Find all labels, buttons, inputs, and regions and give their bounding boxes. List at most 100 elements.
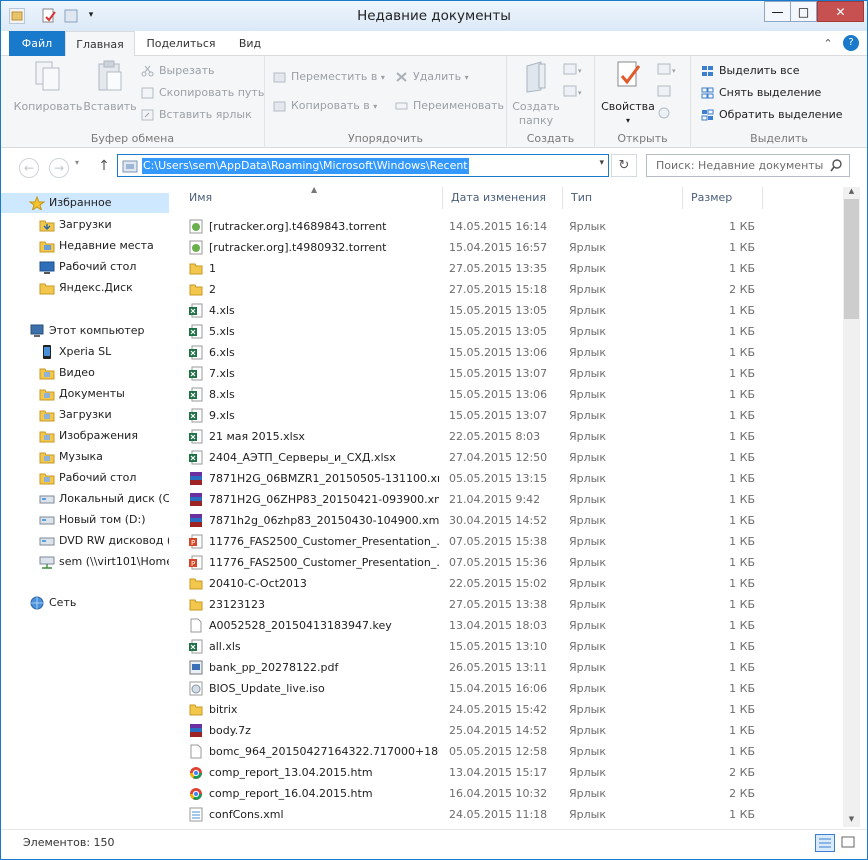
nav-pc-item[interactable]: DVD RW дисковод (E xyxy=(1,531,169,551)
column-header-date[interactable]: Дата изменения xyxy=(443,187,563,209)
maximize-button[interactable]: □ xyxy=(790,1,817,22)
close-button[interactable]: ✕ xyxy=(817,1,864,22)
refresh-button[interactable]: ↻ xyxy=(611,154,637,177)
vertical-scrollbar[interactable]: ▲ ▼ xyxy=(843,187,860,827)
copy-button[interactable]: Копировать xyxy=(13,60,83,114)
file-row[interactable]: 23123123 27.05.2015 13:38 Ярлык 1 КБ xyxy=(171,594,771,615)
file-row[interactable]: 20410-C-Oct2013 22.05.2015 15:02 Ярлык 1 КБ xyxy=(171,573,771,594)
file-row[interactable]: confCons.xml 24.05.2015 11:18 Ярлык 1 КБ xyxy=(171,804,771,825)
file-row[interactable]: 5.xls 15.05.2015 13:05 Ярлык 1 КБ xyxy=(171,321,771,342)
nav-this-pc[interactable]: Этот компьютер xyxy=(1,321,169,341)
file-row[interactable]: 8.xls 15.05.2015 13:06 Ярлык 1 КБ xyxy=(171,384,771,405)
file-row[interactable]: 7.xls 15.05.2015 13:07 Ярлык 1 КБ xyxy=(171,363,771,384)
file-row[interactable]: 2404_АЭТП_Серверы_и_СХД.xlsx 27.04.2015 1… xyxy=(171,447,771,468)
file-row[interactable]: P 11776_FAS2500_Customer_Presentation_...… xyxy=(171,552,771,573)
tab-file[interactable]: Файл xyxy=(9,31,65,56)
rename-button[interactable]: Переименовать xyxy=(393,97,504,115)
copy-to-button[interactable]: Копировать в ▾ xyxy=(271,97,377,115)
file-date: 07.05.2015 15:36 xyxy=(449,556,548,569)
move-to-button[interactable]: Переместить в ▾ xyxy=(271,68,385,86)
properties-button[interactable]: Свойства ▾ xyxy=(599,60,657,128)
file-row[interactable]: 21 мая 2015.xlsx 22.05.2015 8:03 Ярлык 1 КБ xyxy=(171,426,771,447)
file-row[interactable]: bank_pp_20278122.pdf 26.05.2015 13:11 Ярлы… xyxy=(171,657,771,678)
file-row[interactable]: P 11776_FAS2500_Customer_Presentation_...… xyxy=(171,531,771,552)
file-row[interactable]: 7871H2G_06BMZR1_20150505-131100.xm... 05.… xyxy=(171,468,771,489)
paste-button[interactable]: Вставить xyxy=(83,60,137,114)
collapse-ribbon-icon[interactable]: ⌃ xyxy=(819,31,837,56)
forward-button[interactable]: → xyxy=(49,158,69,178)
address-path[interactable]: C:\Users\sem\AppData\Roaming\Microsoft\W… xyxy=(142,158,469,174)
title-bar[interactable]: ▾ Недавние документы — □ ✕ xyxy=(1,1,867,31)
nav-pc-item[interactable]: Изображения xyxy=(1,426,169,446)
file-row[interactable]: all.xls 15.05.2015 13:10 Ярлык 1 КБ xyxy=(171,636,771,657)
large-icons-view-button[interactable] xyxy=(839,834,859,852)
tab-share[interactable]: Поделиться xyxy=(139,31,223,56)
torrent-file-icon xyxy=(189,240,203,255)
address-dropdown-icon[interactable]: ▾ xyxy=(599,158,604,168)
file-row[interactable]: bitrix 24.05.2015 15:42 Ярлык 1 КБ xyxy=(171,699,771,720)
open-button[interactable]: ▾ xyxy=(657,62,679,80)
address-field[interactable]: C:\Users\sem\AppData\Roaming\Microsoft\W… xyxy=(117,154,609,177)
column-header-type[interactable]: Тип xyxy=(563,187,683,209)
nav-network[interactable]: Сеть xyxy=(1,593,169,613)
new-item-button[interactable]: ▾ xyxy=(563,62,583,80)
column-header-size[interactable]: Размер xyxy=(683,187,763,209)
file-row[interactable]: BIOS_Update_live.iso 15.04.2015 16:06 Ярлы… xyxy=(171,678,771,699)
nav-fav-item[interactable]: Рабочий стол xyxy=(1,257,169,277)
nav-fav-item[interactable]: Яндекс.Диск xyxy=(1,278,169,298)
nav-fav-item[interactable]: Недавние места xyxy=(1,236,169,256)
file-row[interactable]: body.7z 25.04.2015 14:52 Ярлык 1 КБ xyxy=(171,720,771,741)
cut-button[interactable]: Вырезать xyxy=(139,62,214,80)
nav-item-label: Рабочий стол xyxy=(59,471,137,484)
scrollbar-thumb[interactable] xyxy=(844,199,859,319)
edit-button[interactable] xyxy=(657,84,679,102)
paste-shortcut-button[interactable]: Вставить ярлык xyxy=(139,106,252,124)
scroll-up-icon[interactable]: ▲ xyxy=(843,187,860,199)
nav-pc-item[interactable]: Рабочий стол xyxy=(1,468,169,488)
nav-pc-item[interactable]: Документы xyxy=(1,384,169,404)
back-button[interactable]: ← xyxy=(19,158,39,178)
tab-home[interactable]: Главная xyxy=(65,31,135,56)
history-button[interactable] xyxy=(657,106,679,124)
nav-pc-item[interactable]: Музыка xyxy=(1,447,169,467)
file-row[interactable]: 9.xls 15.05.2015 13:07 Ярлык 1 КБ xyxy=(171,405,771,426)
minimize-button[interactable]: — xyxy=(764,1,791,22)
column-header-name[interactable]: Имя ▲ xyxy=(179,187,443,209)
nav-pc-item[interactable]: sem (\\virt101\Home xyxy=(1,552,169,572)
delete-button[interactable]: Удалить ▾ xyxy=(393,68,469,86)
up-button[interactable]: ↑ xyxy=(95,158,113,178)
nav-pc-item[interactable]: Локальный диск (C: xyxy=(1,489,169,509)
file-row[interactable]: comp_report_16.04.2015.htm 16.04.2015 10:… xyxy=(171,783,771,804)
new-folder-button[interactable]: Создать папку xyxy=(509,60,563,128)
file-row[interactable]: A0052528_20150413183947.key 13.04.2015 18… xyxy=(171,615,771,636)
nav-favorites[interactable]: Избранное xyxy=(1,193,169,213)
select-all-button[interactable]: Выделить все xyxy=(699,62,799,80)
search-box[interactable]: Поиск: Недавние документы xyxy=(646,154,850,177)
file-row[interactable]: [rutracker.org].t4980932.torrent 15.04.20… xyxy=(171,237,771,258)
recent-locations-icon[interactable]: ▾ xyxy=(75,158,79,167)
file-row[interactable]: 2 27.05.2015 15:18 Ярлык 2 КБ xyxy=(171,279,771,300)
file-row[interactable]: bomc_964_20150427164322.717000+180.l... 0… xyxy=(171,741,771,762)
nav-pc-item[interactable]: Новый том (D:) xyxy=(1,510,169,530)
file-name: 4.xls xyxy=(209,304,235,317)
file-row[interactable]: [rutracker.org].t4689843.torrent 14.05.20… xyxy=(171,216,771,237)
file-row[interactable]: 7871H2G_06ZHP83_20150421-093900.xml... 21… xyxy=(171,489,771,510)
nav-fav-item[interactable]: Загрузки xyxy=(1,215,169,235)
details-view-button[interactable] xyxy=(815,834,835,852)
easy-access-button[interactable]: ▾ xyxy=(563,84,583,102)
nav-pc-item[interactable]: Xperia SL xyxy=(1,342,169,362)
nav-pc-item[interactable]: Загрузки xyxy=(1,405,169,425)
help-icon[interactable]: ? xyxy=(843,35,859,51)
select-none-button[interactable]: Снять выделение xyxy=(699,84,821,102)
tab-view[interactable]: Вид xyxy=(227,31,273,56)
scroll-down-icon[interactable]: ▼ xyxy=(843,815,860,827)
nav-pc-item[interactable]: Видео xyxy=(1,363,169,383)
invert-selection-button[interactable]: Обратить выделение xyxy=(699,106,843,124)
copy-path-button[interactable]: Скопировать путь xyxy=(139,84,264,102)
file-row[interactable]: 7871h2g_06zhp83_20150430-104900.xml.gz 30… xyxy=(171,510,771,531)
file-row[interactable]: 6.xls 15.05.2015 13:06 Ярлык 1 КБ xyxy=(171,342,771,363)
file-row[interactable]: comp_report_13.04.2015.htm 13.04.2015 15:… xyxy=(171,762,771,783)
file-row[interactable]: 4.xls 15.05.2015 13:05 Ярлык 1 КБ xyxy=(171,300,771,321)
file-row[interactable]: 1 27.05.2015 13:35 Ярлык 1 КБ xyxy=(171,258,771,279)
file-date: 21.04.2015 9:42 xyxy=(449,493,541,506)
